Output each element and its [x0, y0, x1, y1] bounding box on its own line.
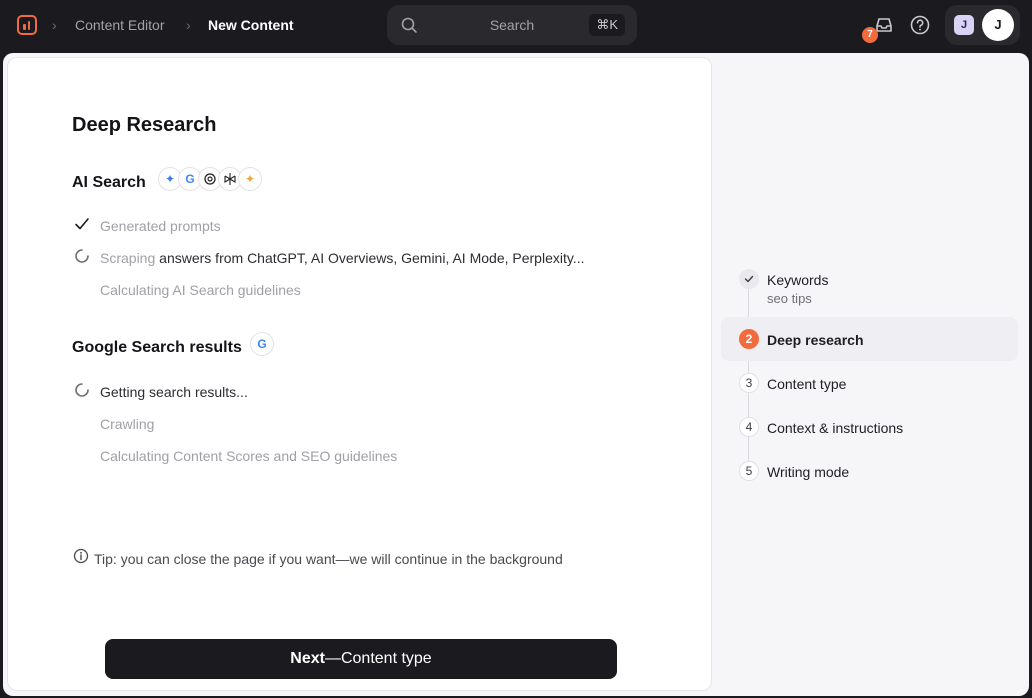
step-crawling: Crawling: [100, 416, 155, 432]
stepper-label: Content type: [767, 376, 847, 392]
stepper-label: Keywords: [767, 272, 829, 288]
search-bar[interactable]: Search ⌘K: [387, 5, 637, 45]
step-scraping-verb: Scraping: [100, 250, 156, 266]
spinner-icon: [75, 383, 89, 397]
next-button-rest: —Content type: [324, 650, 432, 667]
stepper-number: 4: [739, 417, 759, 437]
user-avatar[interactable]: J: [982, 9, 1014, 41]
spinner-icon: [75, 249, 89, 263]
google-search-title: Google Search results: [72, 339, 242, 356]
app-logo-icon[interactable]: [17, 15, 37, 35]
stepper-number: 2: [739, 329, 759, 349]
chevron-right-icon: ›: [186, 17, 191, 33]
deep-research-card: Deep Research AI Search ✦ G ✦ Generated …: [7, 57, 712, 691]
page-title: Deep Research: [72, 114, 217, 136]
workflow-stepper: Keywords seo tips 2 Deep research 3 Cont…: [721, 53, 1029, 696]
stepper-number: 5: [739, 461, 759, 481]
stepper-sublabel: seo tips: [767, 291, 812, 306]
breadcrumb-content-editor[interactable]: Content Editor: [75, 17, 165, 33]
ai-mode-icon: ✦: [238, 167, 262, 191]
workspace-avatar: J: [954, 15, 974, 35]
chevron-right-icon: ›: [52, 17, 57, 33]
google-icon: G: [250, 332, 274, 356]
stepper-label: Deep research: [767, 332, 864, 348]
stepper-item-context[interactable]: 4 Context & instructions: [721, 405, 1018, 449]
info-icon: [73, 548, 89, 564]
stepper-item-keywords[interactable]: Keywords seo tips: [721, 267, 1018, 307]
stepper-item-content-type[interactable]: 3 Content type: [721, 361, 1018, 405]
next-content-type-button[interactable]: Next—Content type: [105, 639, 617, 679]
next-button-bold: Next: [290, 650, 325, 667]
step-scraping-answers: Scraping answers from ChatGPT, AI Overvi…: [100, 250, 584, 266]
main-area: Deep Research AI Search ✦ G ✦ Generated …: [3, 53, 1029, 696]
stepper-label: Context & instructions: [767, 420, 904, 436]
step-generated-prompts: Generated prompts: [100, 218, 221, 234]
top-bar: › Content Editor › New Content Search ⌘K…: [0, 0, 1032, 52]
help-icon[interactable]: [909, 14, 931, 36]
search-shortcut: ⌘K: [589, 14, 625, 36]
step-ai-guidelines: Calculating AI Search guidelines: [100, 282, 301, 298]
ai-search-title: AI Search: [72, 174, 146, 191]
stepper-label: Writing mode: [767, 464, 850, 480]
check-icon: [739, 269, 759, 289]
check-icon: [75, 218, 89, 230]
background-tip: Tip: you can close the page if you want—…: [94, 551, 563, 567]
stepper-item-writing-mode[interactable]: 5 Writing mode: [721, 449, 1018, 493]
breadcrumb-new-content: New Content: [208, 17, 294, 33]
step-scraping-detail: answers from ChatGPT, AI Overviews, Gemi…: [155, 250, 585, 266]
account-switcher[interactable]: J J: [945, 5, 1020, 45]
notification-badge: 7: [862, 27, 878, 43]
stepper-item-deep-research[interactable]: 2 Deep research: [721, 317, 1018, 361]
step-content-scores: Calculating Content Scores and SEO guide…: [100, 448, 398, 464]
step-getting-results: Getting search results...: [100, 384, 248, 400]
stepper-number: 3: [739, 373, 759, 393]
